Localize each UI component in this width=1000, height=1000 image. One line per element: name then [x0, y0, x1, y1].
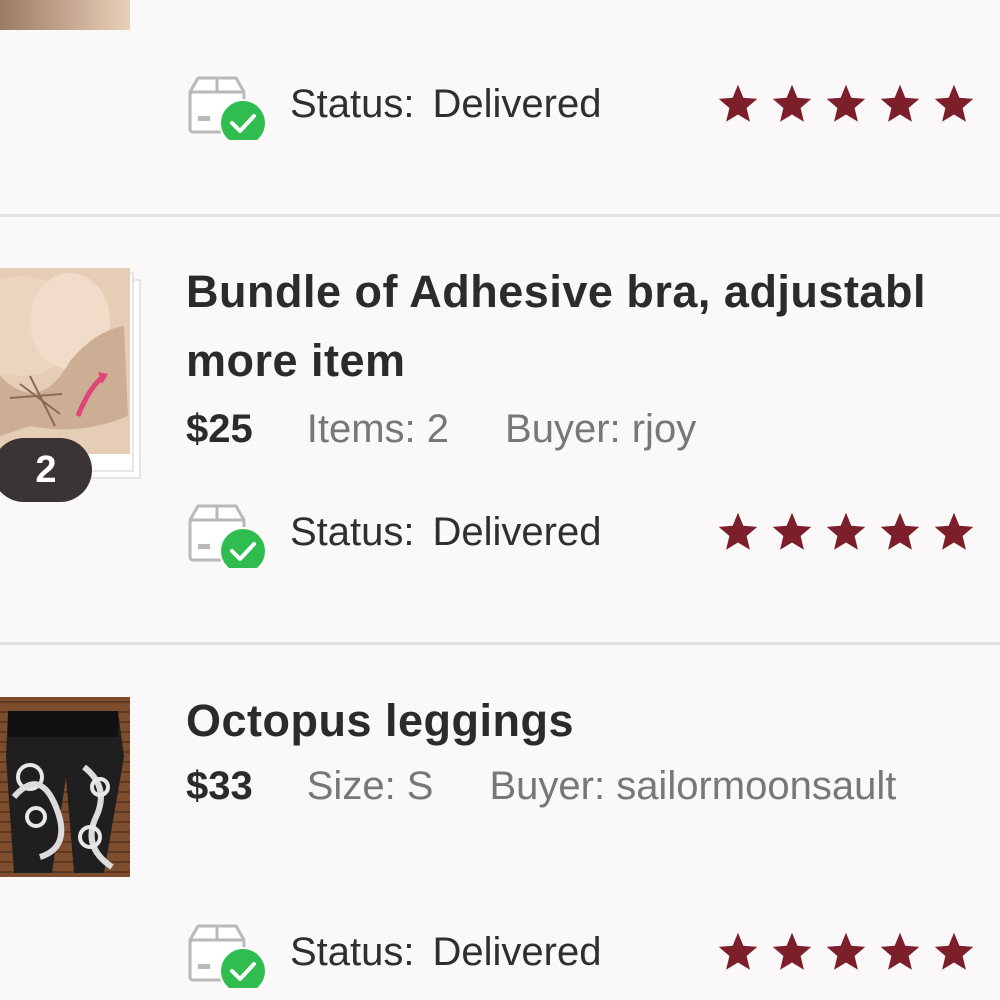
- status-value: Delivered: [432, 510, 602, 554]
- order-divider: [0, 642, 1000, 645]
- order-size: Size: S: [306, 763, 434, 808]
- order-price: $33: [186, 763, 253, 808]
- order-meta: $33 Size: S Buyer: sailormoonsault: [186, 761, 952, 811]
- star-icon: [880, 512, 920, 550]
- order-price: $25: [186, 406, 253, 451]
- star-icon: [772, 932, 812, 970]
- status-label: Status:: [290, 930, 415, 974]
- star-icon: [826, 84, 866, 122]
- status-value: Delivered: [432, 930, 602, 974]
- star-icon: [826, 512, 866, 550]
- star-icon: [934, 512, 974, 550]
- order-title[interactable]: Octopus leggings: [186, 695, 574, 747]
- order-divider: [0, 214, 1000, 217]
- rating-stars: [716, 930, 976, 974]
- order-status-row: Status: Delivered: [186, 922, 1000, 988]
- order-title-continued[interactable]: more item: [186, 335, 406, 387]
- star-icon: [934, 84, 974, 122]
- delivered-box-icon: [188, 924, 267, 988]
- star-icon: [772, 512, 812, 550]
- status-value: Delivered: [432, 82, 602, 126]
- star-icon: [880, 932, 920, 970]
- rating-stars: [716, 82, 976, 126]
- order-title[interactable]: Bundle of Adhesive bra, adjustabl: [186, 266, 926, 318]
- order-thumbnail[interactable]: [0, 0, 130, 30]
- star-icon: [880, 84, 920, 122]
- star-icon: [718, 932, 758, 970]
- order-status: Status: Delivered: [290, 930, 601, 975]
- product-image: [0, 0, 130, 30]
- rating-stars: [716, 510, 976, 554]
- order-status-row: Status: Delivered: [186, 74, 1000, 140]
- delivered-box-icon: [188, 504, 267, 568]
- status-label: Status:: [290, 510, 415, 554]
- star-icon: [934, 932, 974, 970]
- delivered-box-icon: [188, 76, 267, 140]
- order-meta: $25 Items: 2 Buyer: rjoy: [186, 404, 752, 454]
- order-status: Status: Delivered: [290, 510, 601, 555]
- order-thumbnail[interactable]: [0, 697, 130, 877]
- star-icon: [718, 512, 758, 550]
- star-icon: [826, 932, 866, 970]
- star-icon: [718, 84, 758, 122]
- star-icon: [772, 84, 812, 122]
- product-image: [0, 697, 130, 877]
- order-buyer: Buyer: rjoy: [505, 406, 697, 451]
- order-status-row: Status: Delivered: [186, 502, 1000, 568]
- bundle-count-badge: 2: [0, 438, 92, 502]
- sold-orders-list: Status: Delivered 2 Bundle of Adhesive br…: [0, 0, 1000, 1000]
- order-status: Status: Delivered: [290, 82, 601, 127]
- order-buyer: Buyer: sailormoonsault: [489, 763, 897, 808]
- status-label: Status:: [290, 82, 415, 126]
- order-item-count: Items: 2: [306, 406, 450, 451]
